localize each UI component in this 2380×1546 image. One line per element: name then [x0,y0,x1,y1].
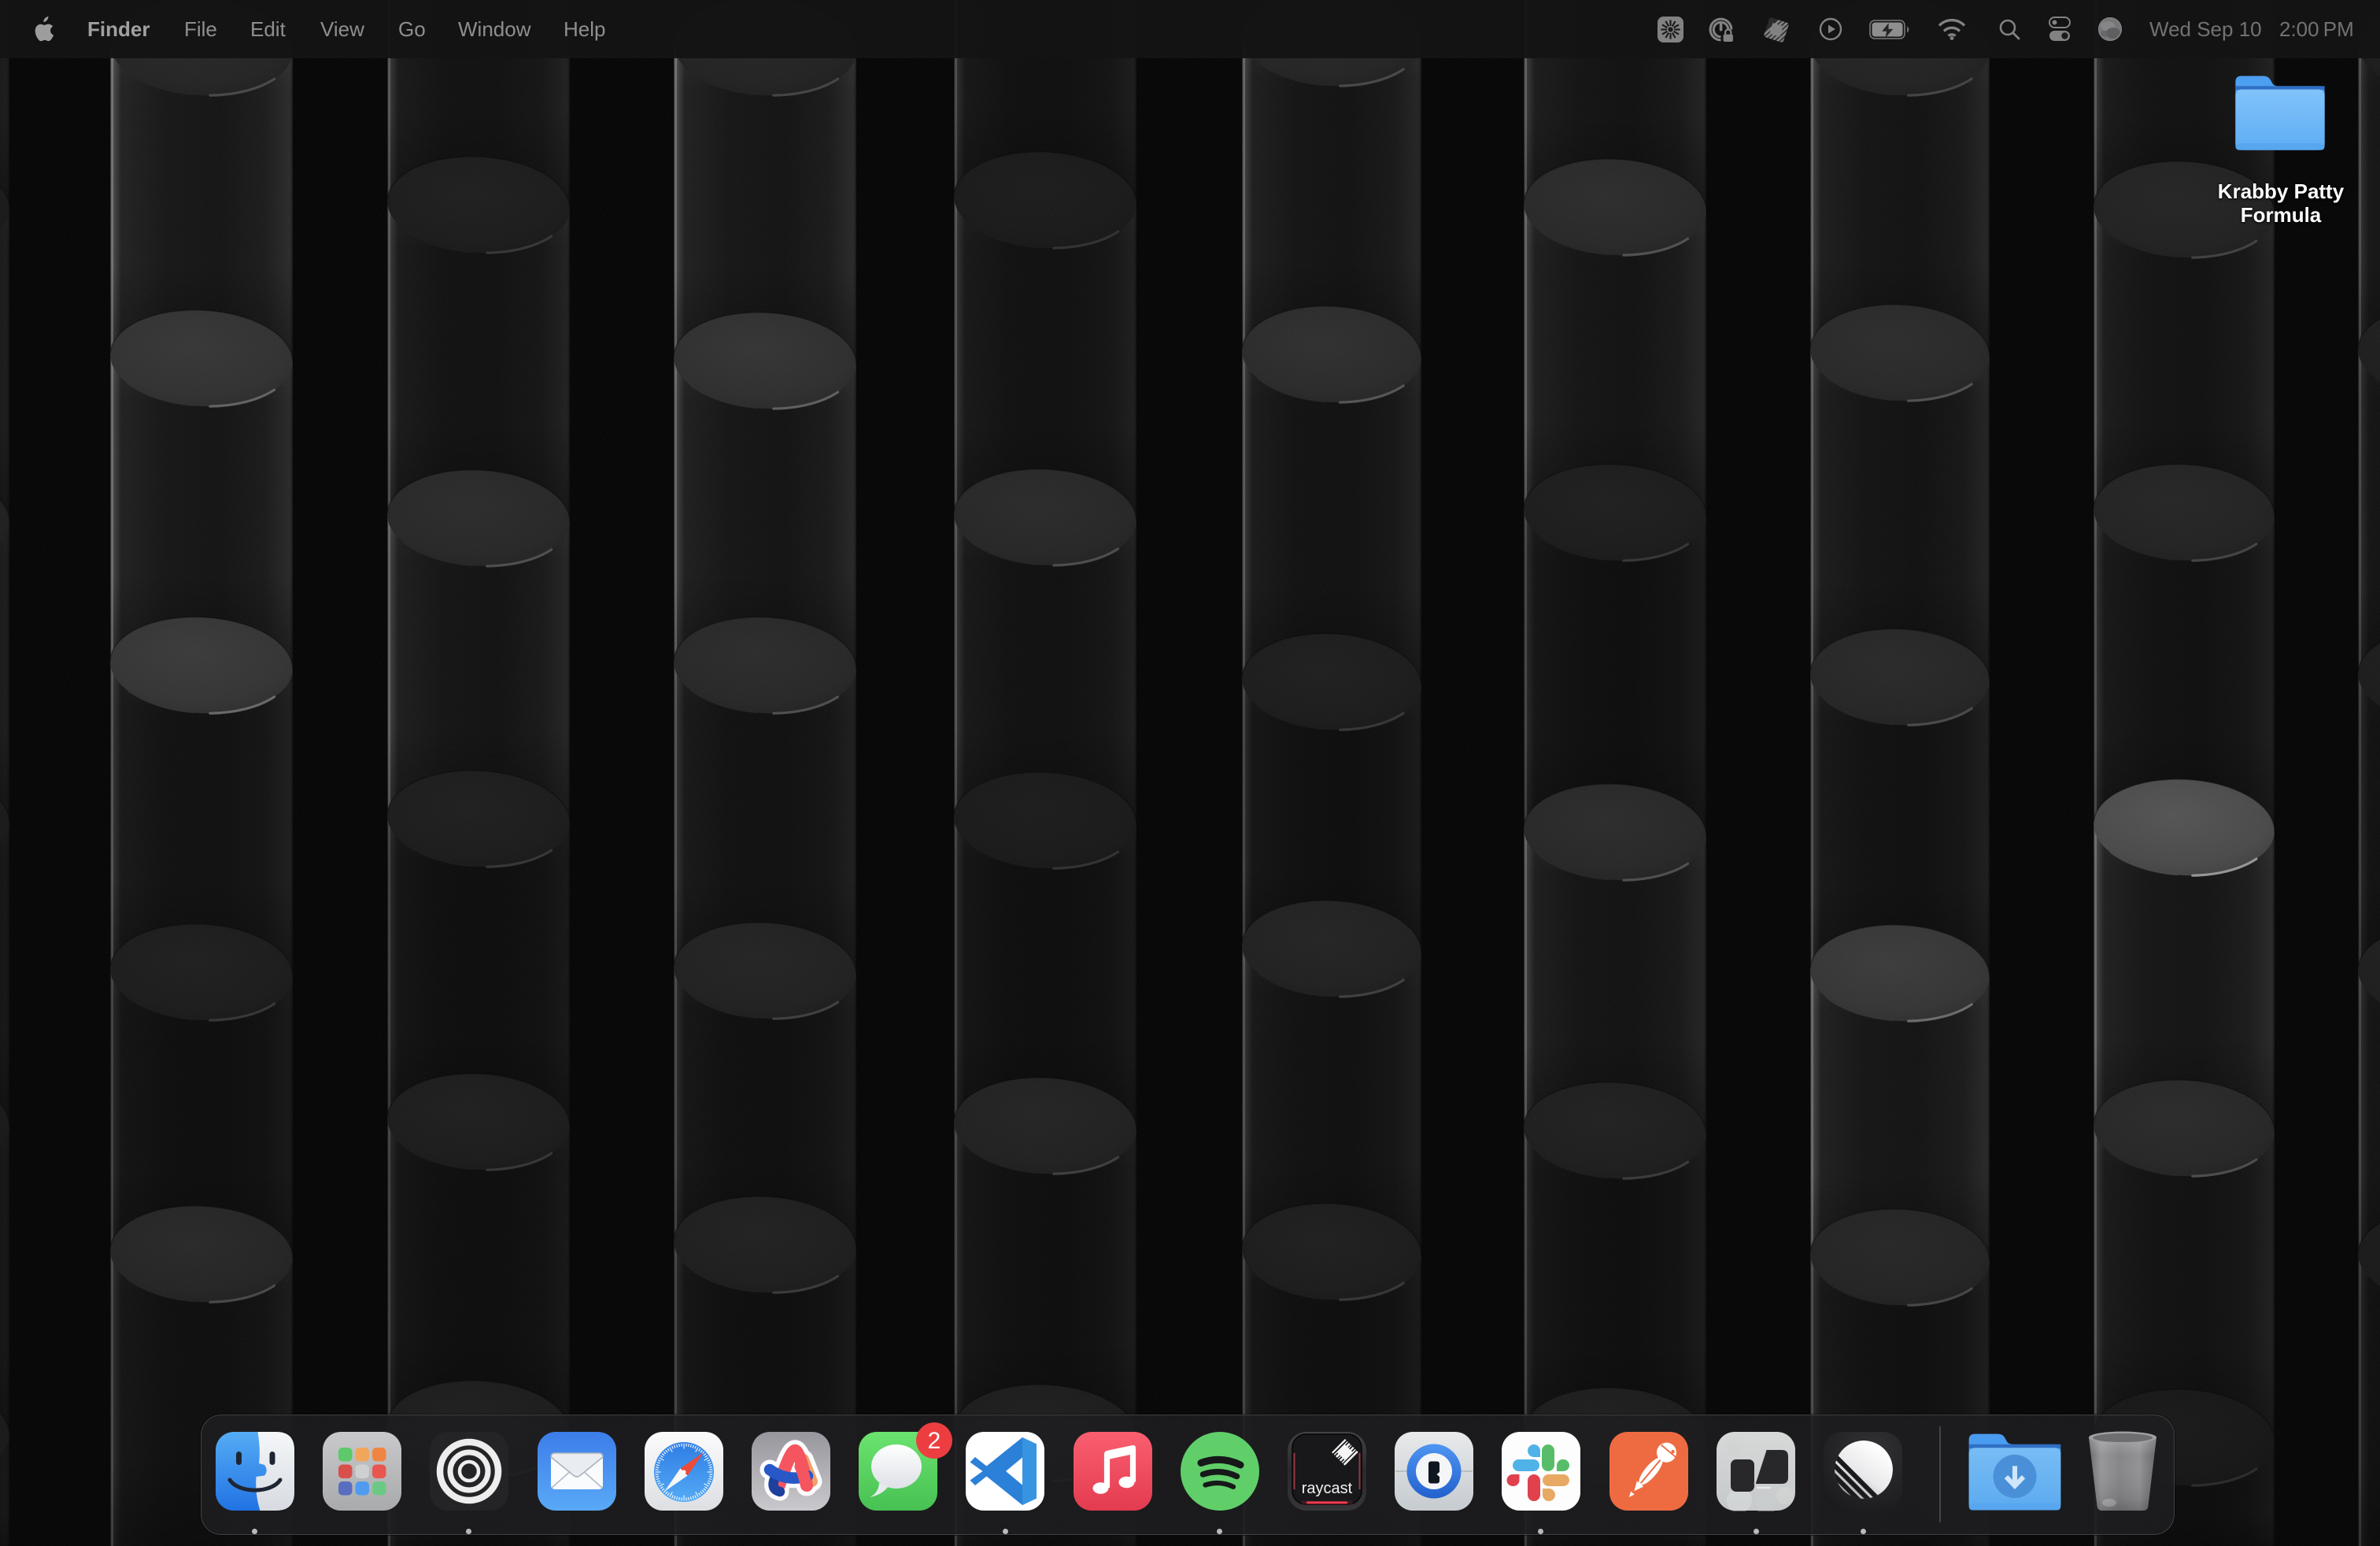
svg-text:raycast: raycast [1302,1480,1353,1497]
svg-text:2: 2 [928,1428,941,1454]
